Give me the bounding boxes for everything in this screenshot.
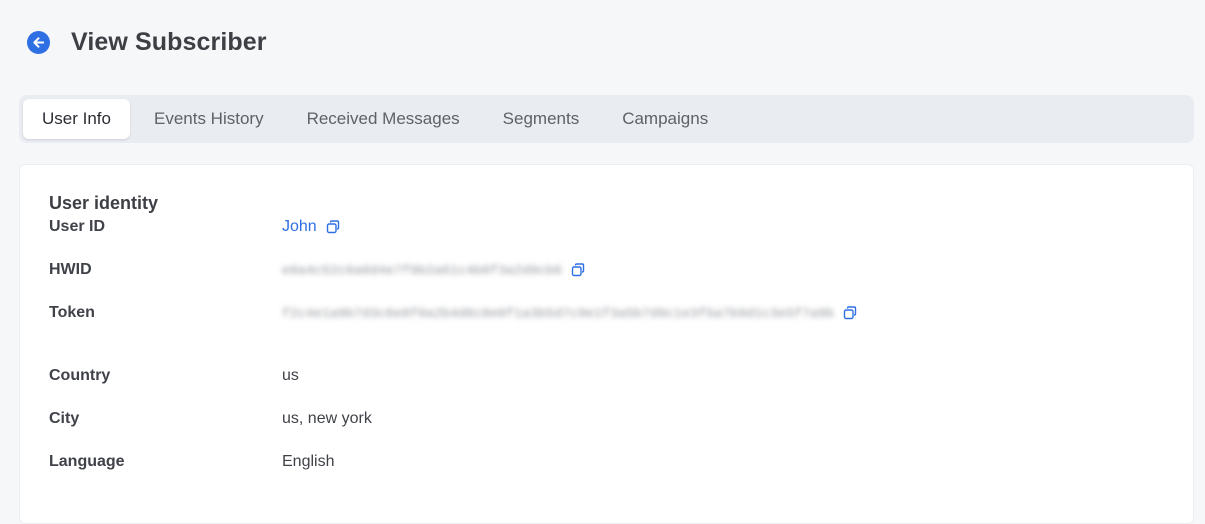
copy-icon[interactable]	[842, 305, 858, 321]
tab-events-history[interactable]: Events History	[135, 99, 283, 139]
arrow-left-circle-icon	[33, 37, 45, 48]
hwid-value: e8a4c52c6a0d4e7f9b2a61c4b8f3a2d9cb6	[282, 262, 563, 278]
tab-received-messages[interactable]: Received Messages	[288, 99, 479, 139]
hwid-label: HWID	[49, 261, 92, 278]
user-id-value-container: John	[282, 218, 341, 236]
token-label: Token	[49, 304, 95, 321]
user-id-link[interactable]: John	[282, 218, 317, 236]
hwid-row: HWID e8a4c52c6a0d4e7f9b2a61c4b8f3a2d9cb6	[49, 259, 586, 281]
city-label: City	[49, 410, 80, 427]
back-button[interactable]	[27, 31, 50, 54]
hwid-value-container: e8a4c52c6a0d4e7f9b2a61c4b8f3a2d9cb6	[282, 262, 586, 278]
user-id-label: User ID	[49, 218, 106, 235]
user-id-row: User ID John	[49, 216, 341, 238]
token-value: f2c4e1a9b7d3c6e8f0a2b4d6c8e0f1a3b5d7c9e1…	[282, 305, 835, 321]
city-row: City us, new york	[49, 408, 372, 430]
city-value: us, new york	[282, 410, 372, 427]
country-value: us	[282, 367, 299, 384]
token-value-container: f2c4e1a9b7d3c6e8f0a2b4d6c8e0f1a3b5d7c9e1…	[282, 305, 858, 321]
tab-segments[interactable]: Segments	[484, 99, 599, 139]
language-value: English	[282, 453, 335, 470]
country-label: Country	[49, 367, 111, 384]
section-title: User identity	[49, 193, 159, 213]
page-header: View Subscriber	[27, 28, 267, 57]
tab-campaigns[interactable]: Campaigns	[603, 99, 727, 139]
language-label: Language	[49, 453, 125, 470]
tab-bar: User Info Events History Received Messag…	[19, 95, 1194, 143]
token-row: Token f2c4e1a9b7d3c6e8f0a2b4d6c8e0f1a3b5…	[49, 302, 858, 324]
page-title: View Subscriber	[71, 28, 267, 56]
language-row: Language English	[49, 451, 334, 473]
user-info-card: User identity User ID John HWID e8a4c52c…	[19, 164, 1194, 524]
country-row: Country us	[49, 365, 299, 387]
copy-icon[interactable]	[325, 219, 341, 235]
copy-icon[interactable]	[570, 262, 586, 278]
tab-user-info[interactable]: User Info	[23, 99, 130, 139]
